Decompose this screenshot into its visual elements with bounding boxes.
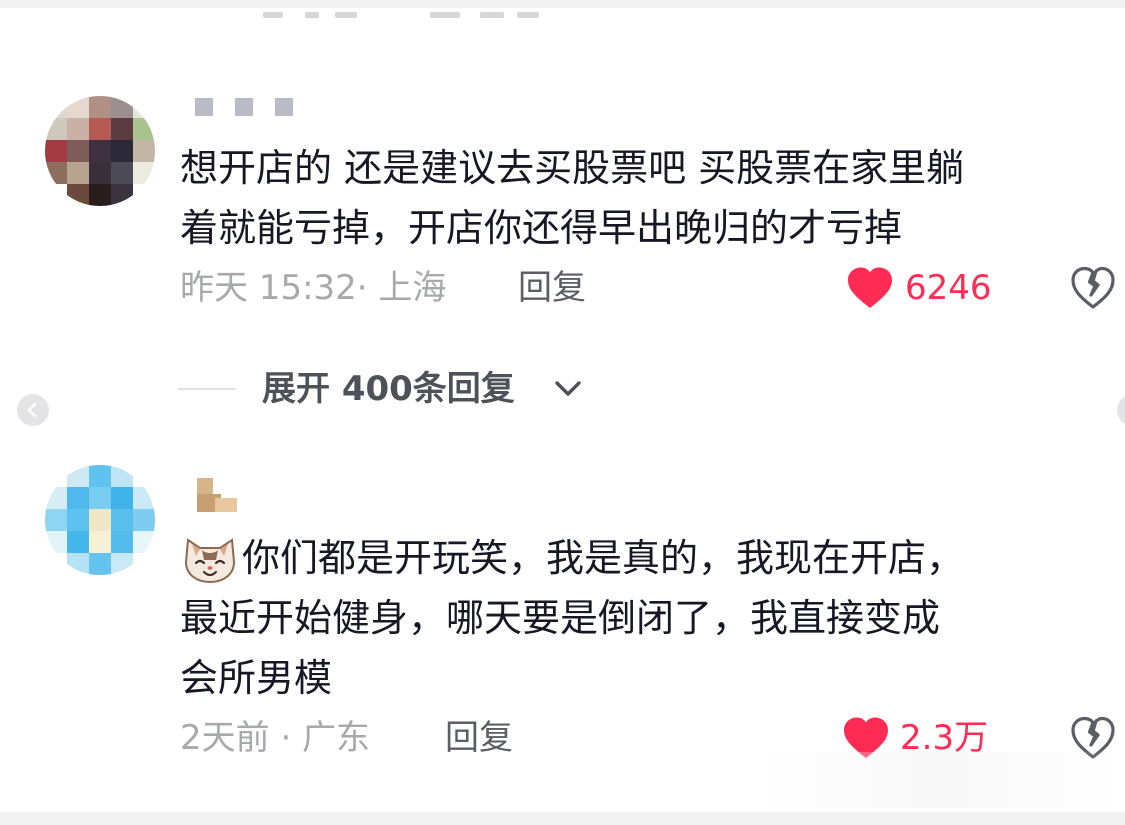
- chevron-left-icon: [27, 402, 37, 418]
- comment-text: 想开店的 还是建议去买股票吧 买股票在家里躺 着就能亏掉，开店你还得早出晚归的才…: [180, 146, 965, 250]
- top-cropped-text-remnant: [255, 9, 555, 23]
- bottom-edge-bar: [0, 812, 1125, 825]
- comment-meta: 2天前 · 广东: [180, 718, 371, 758]
- username-redacted[interactable]: [195, 98, 315, 120]
- chevron-down-icon: [555, 381, 581, 396]
- expand-replies-label: 展开 400条回复: [262, 369, 515, 409]
- carousel-next-button[interactable]: [1117, 394, 1125, 426]
- avatar[interactable]: [45, 465, 155, 575]
- watermark-overlay: [760, 752, 1120, 808]
- chevron-right-icon: [1117, 394, 1125, 426]
- carousel-prev-button[interactable]: [17, 394, 49, 426]
- dislike-broken-heart-icon[interactable]: [1070, 266, 1116, 310]
- comment-meta: 昨天 15:32· 上海: [180, 268, 447, 308]
- heart-icon[interactable]: [846, 266, 894, 310]
- avatar[interactable]: [45, 96, 155, 206]
- reply-button[interactable]: 回复: [445, 716, 513, 760]
- top-edge-bar: [0, 0, 1125, 8]
- reply-button[interactable]: 回复: [518, 266, 586, 310]
- comment-text: 你们都是开玩笑，我是真的，我现在开店， 最近开始健身，哪天要是倒闭了，我直接变成…: [180, 536, 965, 700]
- like-count: 6246: [905, 268, 992, 308]
- divider-line: [178, 388, 236, 390]
